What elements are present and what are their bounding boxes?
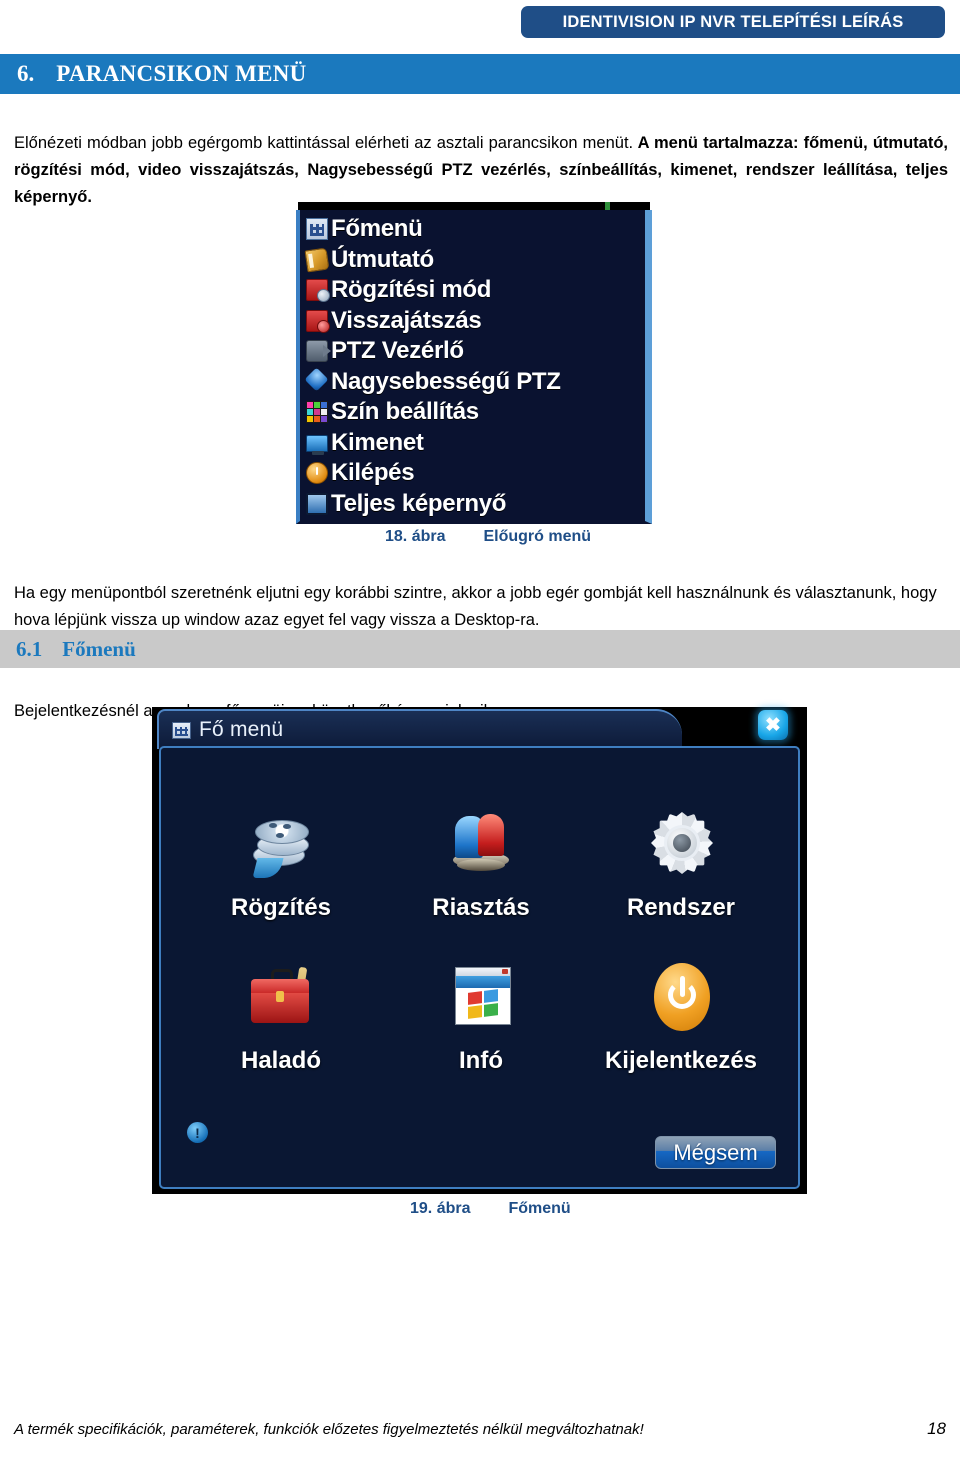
- main-menu-tile-halado[interactable]: Haladó: [181, 959, 381, 1075]
- mid-paragraph: Ha egy menüpontból szeretnénk eljutni eg…: [14, 583, 937, 629]
- main-menu-tile-info[interactable]: Infó: [381, 959, 581, 1075]
- popup-menu-item-label: Útmutató: [331, 245, 434, 273]
- monitor-output-icon: [306, 434, 328, 455]
- alarm-siren-icon: [435, 806, 527, 892]
- main-menu-tile-label: Infó: [459, 1047, 503, 1074]
- main-menu-tile-rogzites[interactable]: Rögzítés: [181, 806, 381, 922]
- subsection-number: 6.1: [16, 636, 43, 661]
- figure-19-number: 19. ábra: [410, 1200, 471, 1217]
- popup-menu-item-rogzitesi-mod[interactable]: Rögzítési mód: [306, 275, 645, 306]
- film-reel-icon: [235, 806, 327, 892]
- popup-menu-item-szin-beallitas[interactable]: Szín beállítás: [306, 397, 645, 428]
- popup-shortcut-menu-figure: Főmenü Útmutató Rögzítési mód Visszajáts…: [296, 202, 652, 524]
- grid-icon: [172, 721, 191, 739]
- page-footer: A termék specifikációk, paraméterek, fun…: [14, 1419, 946, 1439]
- popup-menu-list: Főmenü Útmutató Rögzítési mód Visszajáts…: [300, 210, 645, 519]
- figure-18-caption: 18. ábra Előugró menü: [385, 528, 591, 546]
- popup-menu-item-label: PTZ Vezérlő: [331, 337, 464, 365]
- cancel-button-label: Mégsem: [673, 1139, 758, 1165]
- popup-menu-item-visszajatszas[interactable]: Visszajátszás: [306, 306, 645, 337]
- main-menu-title-tab: Fő menü: [157, 709, 682, 749]
- main-menu-tile-label: Rögzítés: [230, 894, 331, 921]
- fullscreen-icon: [306, 492, 328, 515]
- main-menu-tile-label: Kijelentkezés: [604, 1047, 758, 1074]
- color-palette-icon: [306, 401, 328, 424]
- intro-line-normal: Előnézeti módban jobb egérgomb kattintás…: [14, 133, 634, 152]
- popup-menu-item-label: Főmenü: [331, 215, 423, 243]
- popup-menu-item-utmutato[interactable]: Útmutató: [304, 245, 645, 276]
- footer-page-number: 18: [927, 1419, 946, 1438]
- main-menu-tile-grid: Rögzítés Riasztás Rendszer Haladó Infó K…: [181, 806, 781, 1075]
- main-menu-titlebar: Fő menü ✖: [152, 707, 807, 749]
- popup-menu-item-label: Kilépés: [331, 459, 415, 487]
- main-menu-tile-label: Rendszer: [626, 894, 736, 921]
- intro-line-bold-tail: A menü tartalmazza:: [633, 133, 799, 152]
- cancel-button[interactable]: Mégsem: [655, 1136, 776, 1169]
- main-menu-tile-label: Riasztás: [432, 894, 530, 921]
- main-menu-dialog-figure: Fő menü ✖ Rögzítés Riasztás Rendszer Hal…: [152, 707, 807, 1194]
- main-menu-title-label: Fő menü: [199, 718, 284, 741]
- subsection-heading-bar: 6.1 Főmenü: [0, 630, 960, 668]
- popup-menu-item-label: Visszajátszás: [331, 306, 482, 334]
- subsection-title: Főmenü: [62, 636, 136, 661]
- close-icon[interactable]: ✖: [758, 710, 788, 740]
- popup-menu-item-kilepes[interactable]: Kilépés: [306, 458, 645, 489]
- popup-menu-item-label: Szín beállítás: [331, 398, 479, 426]
- section-number: 6.: [17, 61, 35, 86]
- popup-menu-item-teljes-kepernyo[interactable]: Teljes képernyő: [306, 489, 645, 520]
- document-header-banner: IDENTIVISION IP NVR TELEPÍTÉSI LEÍRÁS: [521, 6, 945, 38]
- main-menu-tile-kijelentkezes[interactable]: Kijelentkezés: [581, 959, 781, 1075]
- window-info-icon: [435, 959, 527, 1045]
- info-icon-glyph: !: [195, 1124, 200, 1141]
- power-icon: [635, 959, 727, 1045]
- main-menu-tile-riasztas[interactable]: Riasztás: [381, 806, 581, 922]
- main-menu-tile-label: Haladó: [240, 1047, 321, 1074]
- popup-menu-item-label: Kimenet: [331, 428, 424, 456]
- popup-topbar-marker: [605, 202, 610, 210]
- playback-icon: [306, 309, 330, 333]
- figure-19-caption: 19. ábra Főmenü: [410, 1200, 571, 1218]
- grid-icon: [306, 218, 328, 241]
- gear-icon: [635, 806, 727, 892]
- figure-18-title: Előugró menü: [483, 528, 592, 545]
- section-title: PARANCSIKON MENÜ: [56, 61, 307, 86]
- popup-menu-item-label: Teljes képernyő: [331, 489, 507, 517]
- intro-paragraph: Előnézeti módban jobb egérgomb kattintás…: [14, 130, 948, 211]
- popup-menu-item-kimenet[interactable]: Kimenet: [306, 428, 645, 459]
- high-speed-ptz-icon: [304, 367, 329, 393]
- main-menu-tile-rendszer[interactable]: Rendszer: [581, 806, 781, 922]
- ptz-camera-icon: [306, 340, 331, 363]
- popup-menu-topbar: [298, 202, 650, 210]
- popup-menu-item-label: Nagysebességű PTZ: [331, 367, 561, 395]
- close-icon-glyph: ✖: [765, 714, 781, 736]
- header-banner-text: IDENTIVISION IP NVR TELEPÍTÉSI LEÍRÁS: [562, 12, 904, 31]
- record-mode-icon: [306, 279, 330, 303]
- figure-18-number: 18. ábra: [385, 528, 446, 545]
- figure-19-title: Főmenü: [508, 1200, 571, 1217]
- popup-menu-body: Főmenü Útmutató Rögzítési mód Visszajáts…: [296, 210, 652, 524]
- info-exclamation-icon[interactable]: !: [187, 1122, 208, 1143]
- popup-menu-item-ptz-vezerlo[interactable]: PTZ Vezérlő: [306, 336, 645, 367]
- popup-menu-item-label: Rögzítési mód: [331, 276, 492, 304]
- book-icon: [304, 247, 330, 273]
- footer-disclaimer: A termék specifikációk, paraméterek, fun…: [14, 1421, 644, 1438]
- power-exit-icon: [306, 462, 328, 485]
- section-heading-bar: 6. PARANCSIKON MENÜ: [0, 54, 960, 94]
- toolbox-icon: [235, 959, 327, 1045]
- main-menu-panel: Rögzítés Riasztás Rendszer Haladó Infó K…: [159, 746, 800, 1189]
- popup-menu-item-fomenu[interactable]: Főmenü: [306, 214, 645, 245]
- popup-menu-item-nagysebessegu-ptz[interactable]: Nagysebességű PTZ: [304, 367, 645, 398]
